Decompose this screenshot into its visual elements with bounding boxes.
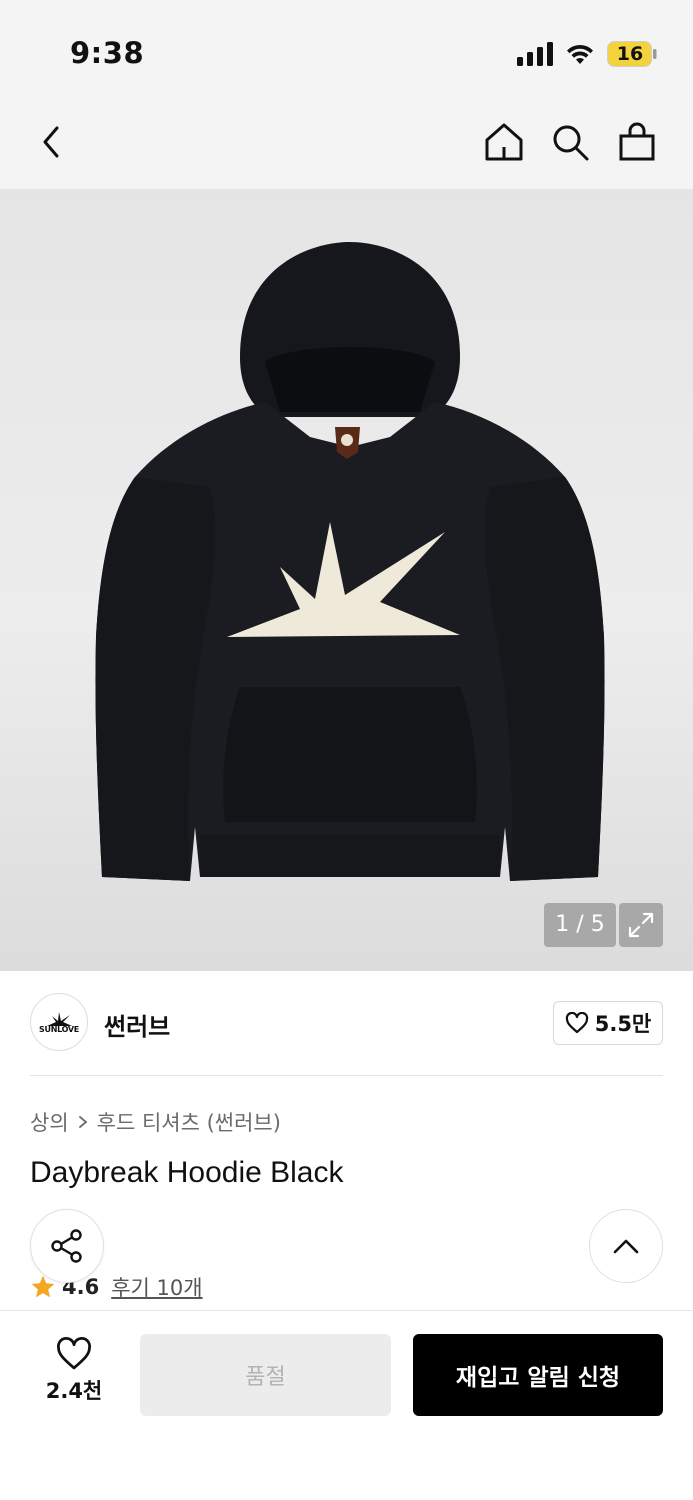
breadcrumb-category[interactable]: 상의: [30, 1107, 69, 1137]
share-icon: [51, 1229, 82, 1263]
brand-like-button[interactable]: 5.5만: [553, 1001, 663, 1045]
scroll-top-button[interactable]: [589, 1209, 663, 1283]
home-icon: [485, 123, 523, 161]
review-link[interactable]: 후기 10개: [111, 1272, 202, 1302]
expand-image-button[interactable]: [619, 903, 663, 947]
bottom-action-bar: 2.4천 품절 재입고 알림 신청: [0, 1310, 693, 1500]
cellular-signal-icon: [517, 42, 553, 66]
breadcrumb-subcategory[interactable]: 후드 티셔츠 (썬러브): [97, 1107, 281, 1137]
battery-level: 16: [616, 43, 644, 65]
back-icon: [43, 126, 59, 158]
chevron-right-icon: [78, 1116, 88, 1128]
heart-outline-icon: [57, 1337, 91, 1370]
wifi-icon: [567, 44, 593, 64]
heart-outline-icon: [565, 1012, 588, 1034]
share-button[interactable]: [30, 1209, 104, 1283]
breadcrumb: 상의 후드 티셔츠 (썬러브): [30, 1107, 281, 1137]
status-bar: 9:38 16: [0, 0, 693, 100]
brand-like-count: 5.5만: [594, 1012, 652, 1036]
nav-bar: [0, 100, 693, 189]
status-time: 9:38: [70, 36, 145, 70]
restock-alert-button[interactable]: 재입고 알림 신청: [413, 1334, 663, 1416]
soldout-button: 품절: [140, 1334, 391, 1416]
back-button[interactable]: [28, 118, 76, 166]
divider: [30, 1075, 663, 1076]
home-button[interactable]: [480, 118, 528, 166]
brand-logo[interactable]: SUNLOVE: [30, 993, 88, 1051]
search-icon: [553, 125, 589, 161]
expand-icon: [628, 912, 654, 938]
product-title: Daybreak Hoodie Black: [30, 1156, 344, 1189]
chevron-up-icon: [613, 1239, 639, 1254]
image-counter: 1 / 5: [544, 903, 616, 947]
wishlist-count: 2.4천: [45, 1379, 103, 1403]
search-button[interactable]: [546, 118, 594, 166]
wishlist-button[interactable]: 2.4천: [34, 1337, 114, 1407]
brand-logo-text: SUNLOVE: [39, 1024, 79, 1034]
bag-button[interactable]: [613, 118, 661, 166]
bag-icon: [619, 122, 655, 161]
product-image-gallery[interactable]: 1 / 5: [0, 189, 693, 971]
hoodie-image: [95, 242, 605, 881]
brand-row: SUNLOVE 썬러브 5.5만: [30, 993, 663, 1053]
brand-name[interactable]: 썬러브: [104, 1007, 170, 1042]
